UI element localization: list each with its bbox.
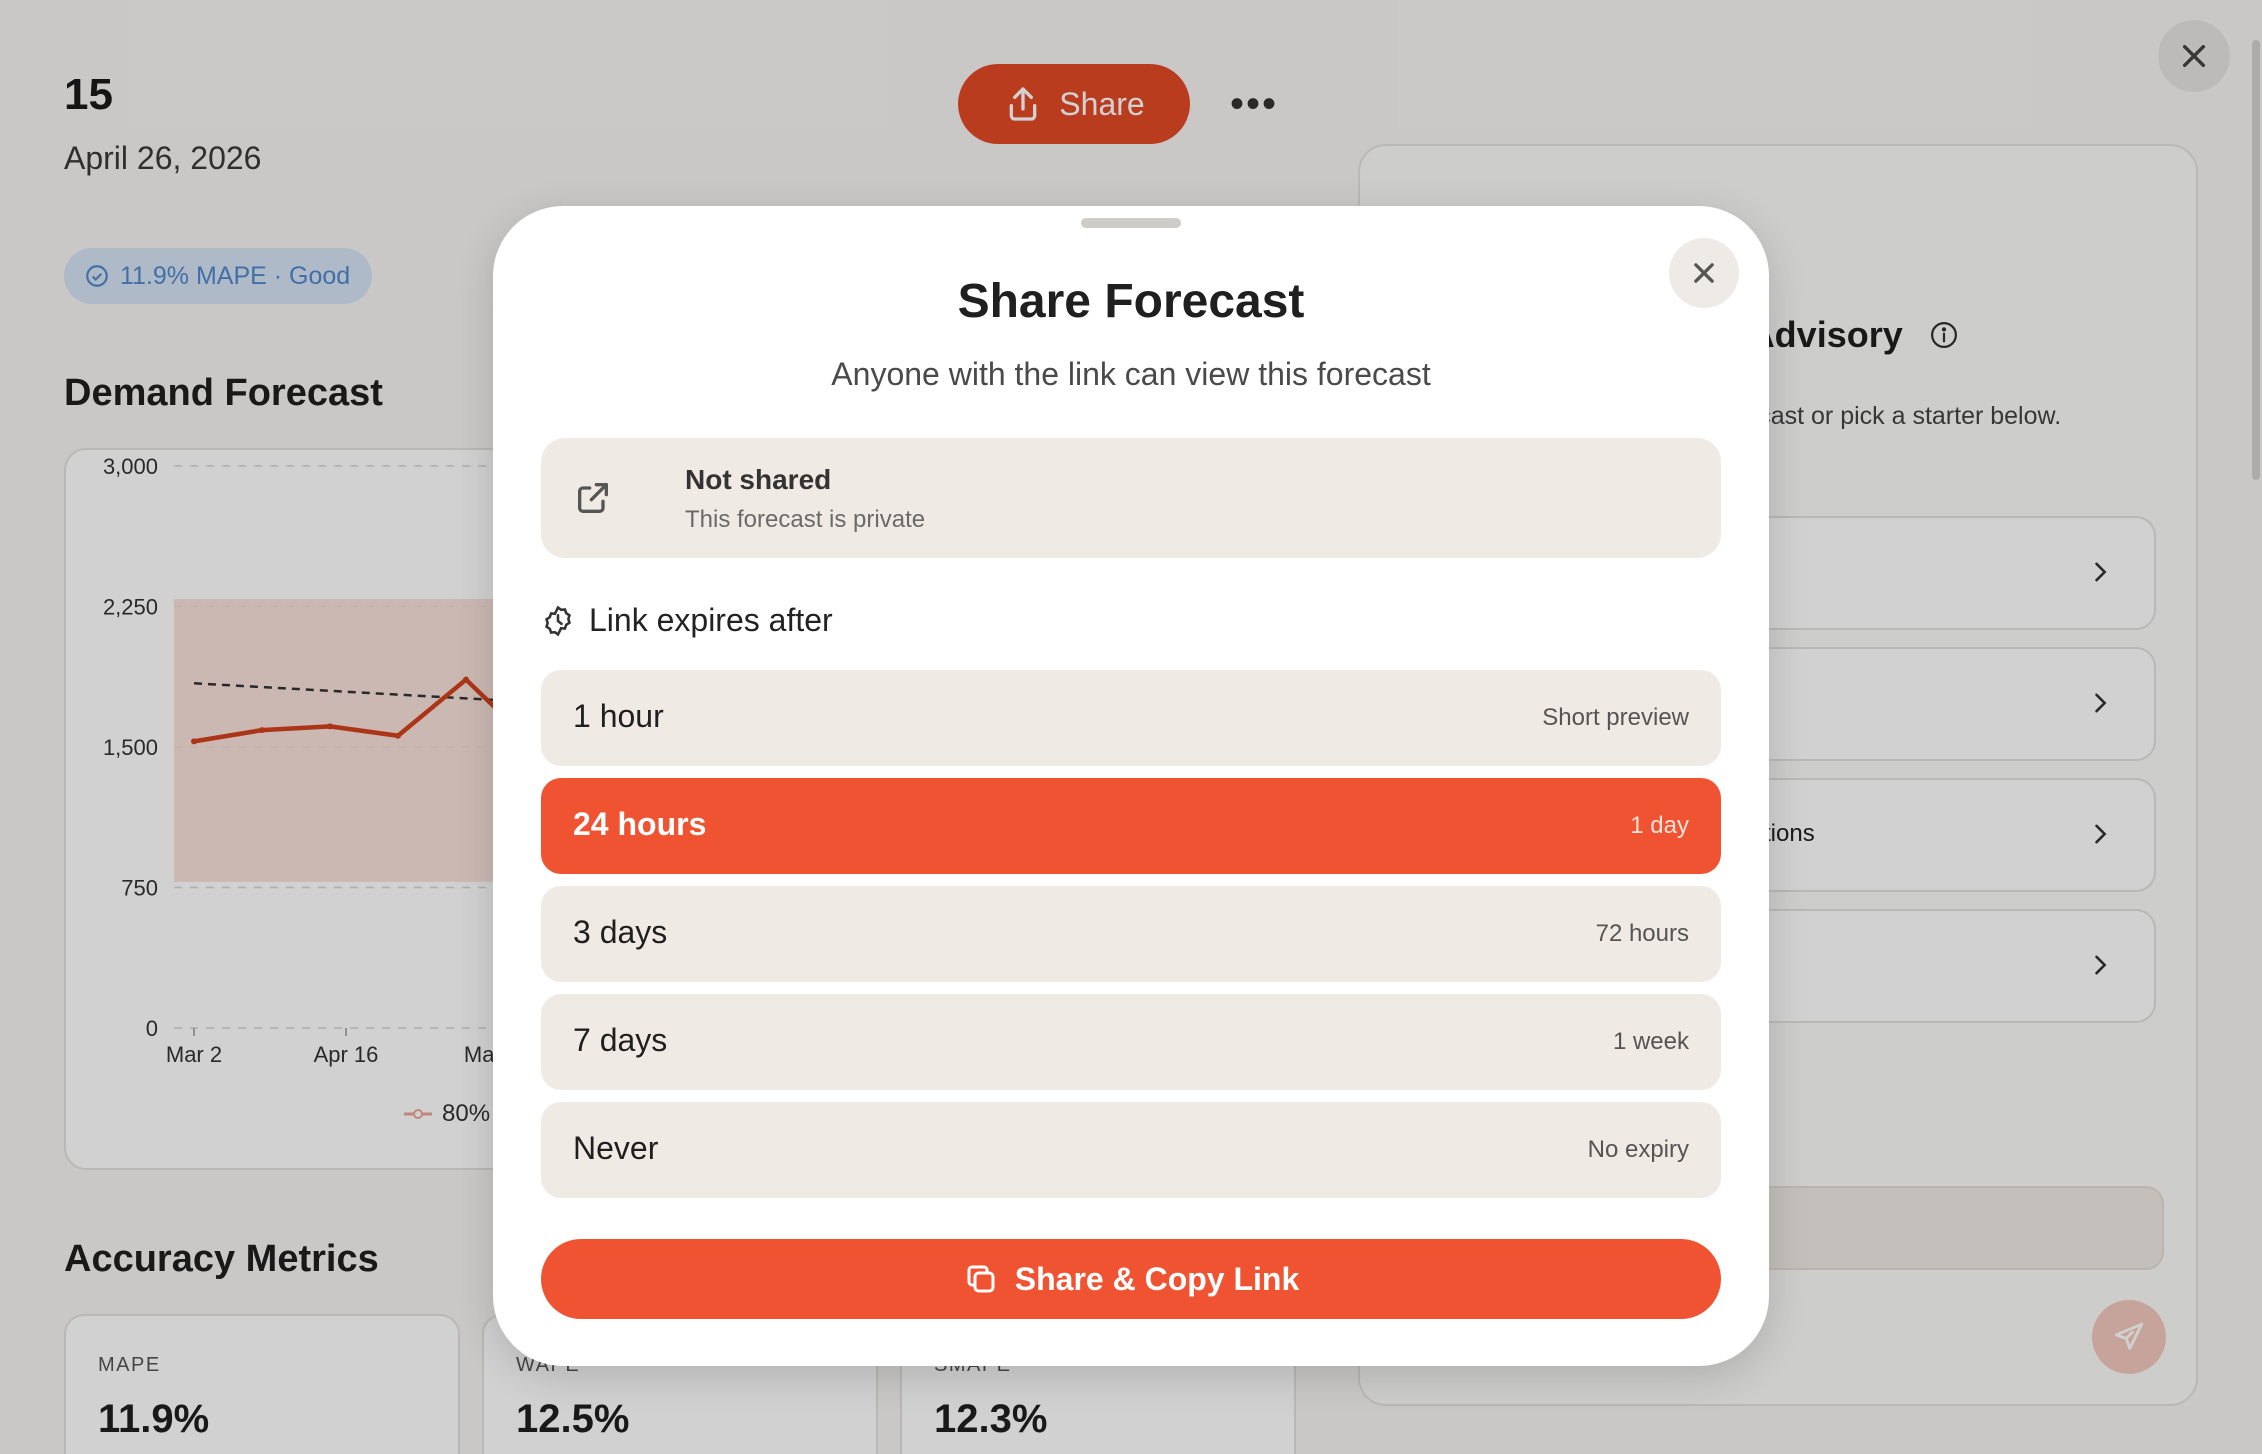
- option-label: 7 days: [573, 1022, 668, 1058]
- clock-badge-icon: [545, 605, 571, 636]
- external-link-icon: [578, 483, 608, 513]
- status-title: Not shared: [685, 464, 832, 495]
- option-hint: No expiry: [1587, 1136, 1689, 1163]
- expires-label-text: Link expires after: [589, 602, 833, 638]
- option-label: 3 days: [573, 914, 668, 950]
- expiry-option-3-days[interactable]: 3 days 72 hours: [541, 886, 1721, 982]
- option-hint: 1 week: [1612, 1028, 1689, 1055]
- drag-handle[interactable]: [1081, 218, 1181, 228]
- option-hint: 72 hours: [1595, 920, 1689, 947]
- option-hint: 1 day: [1630, 812, 1689, 839]
- status-description: This forecast is private: [685, 506, 926, 533]
- share-status: Not shared This forecast is private: [541, 438, 1721, 558]
- option-label: 1 hour: [573, 698, 664, 734]
- option-hint: Short preview: [1542, 704, 1689, 731]
- option-label: 24 hours: [573, 806, 707, 842]
- share-forecast-modal: Share Forecast Anyone with the link can …: [493, 206, 1769, 1366]
- scrollbar-thumb[interactable]: [2252, 40, 2260, 480]
- share-copy-link-button[interactable]: Share & Copy Link: [541, 1239, 1721, 1319]
- expiry-option-7-days[interactable]: 7 days 1 week: [541, 994, 1721, 1090]
- expiry-option-never[interactable]: Never No expiry: [541, 1102, 1721, 1198]
- copy-icon: [967, 1265, 995, 1293]
- modal-title: Share Forecast: [957, 275, 1305, 328]
- option-label: Never: [573, 1130, 659, 1166]
- expiry-option-1-hour[interactable]: 1 hour Short preview: [541, 670, 1721, 766]
- expiry-option-24-hours[interactable]: 24 hours 1 day: [541, 778, 1721, 874]
- expires-label: Link expires after: [541, 602, 833, 639]
- share-copy-link-label: Share & Copy Link: [1014, 1260, 1300, 1297]
- scrollbar[interactable]: [2250, 0, 2262, 1454]
- modal-subtitle: Anyone with the link can view this forec…: [831, 356, 1431, 392]
